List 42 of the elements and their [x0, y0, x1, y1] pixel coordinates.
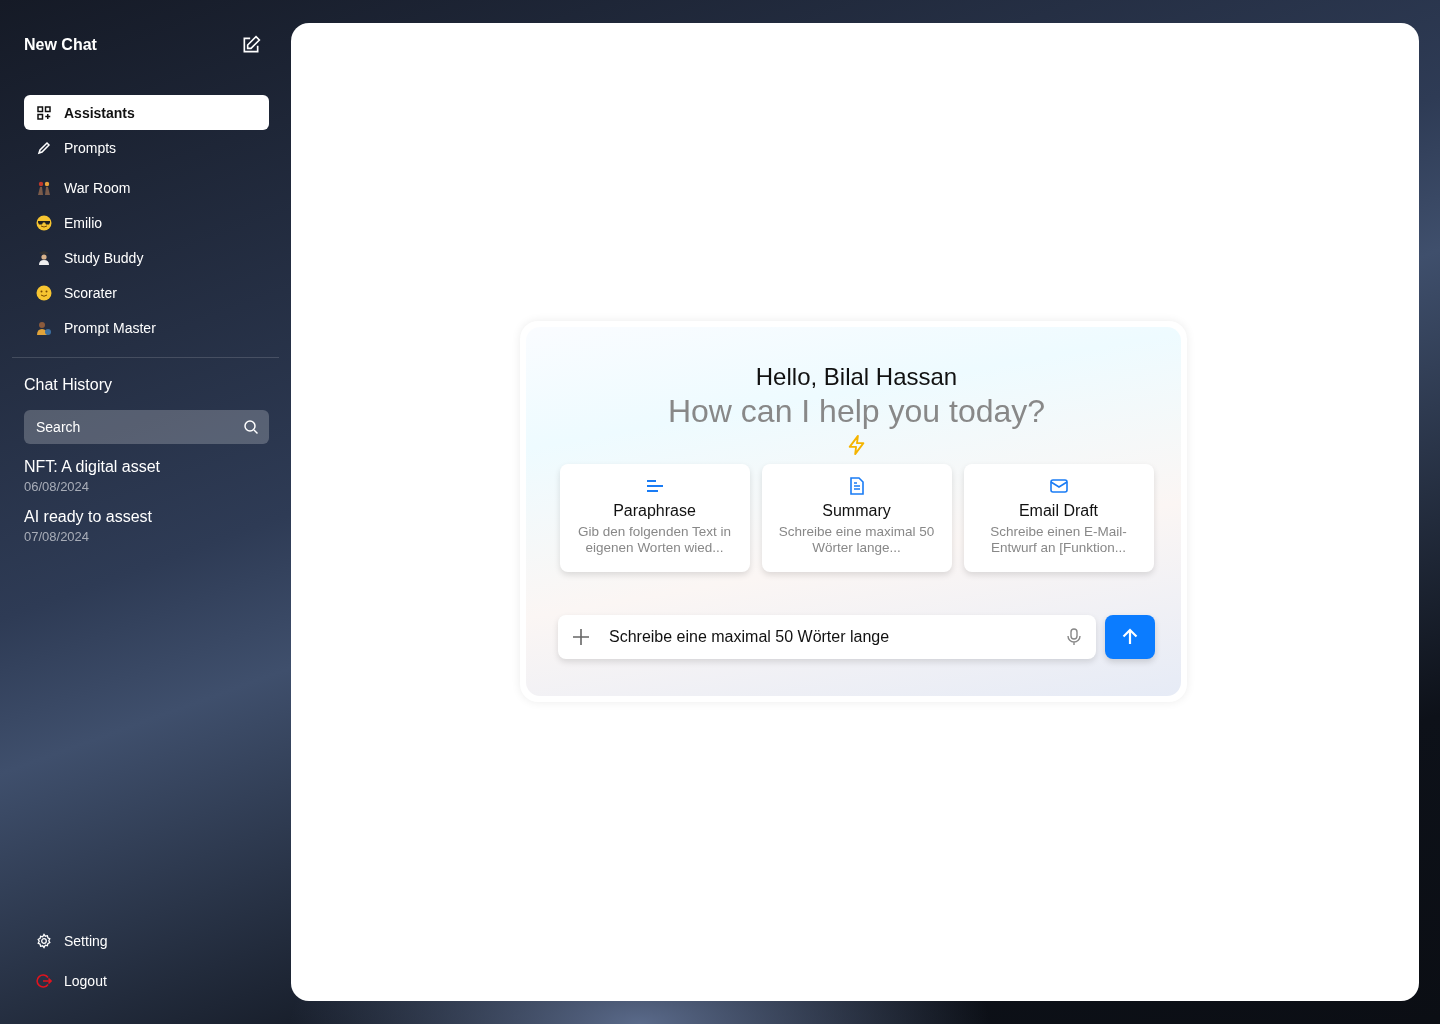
section-title: Chat History [23, 376, 114, 394]
suggestion-text: Schreibe einen E-Mail-Entwurf an [Funktion... [989, 523, 1128, 556]
nav-item[interactable]: Assistants [24, 95, 269, 130]
suggestion-card[interactable]: Paraphrase Gib den folgenden Text in eigenen Worten wied... [559, 463, 750, 572]
suggestion-text: Schreibe eine maximal 50 Wörter lange... [777, 523, 936, 556]
suggestion-text: Gib den folgenden Text in eigenen Worten wied... [577, 523, 732, 556]
footer-item[interactable]: Setting [24, 921, 269, 961]
assistant-item[interactable]: Emilio [24, 205, 269, 240]
search-icon [243, 419, 259, 435]
chat-title[interactable]: AI ready to assest [24, 508, 269, 526]
message-field[interactable]: Schreibe eine maximal 50 Wörter lange [558, 614, 1096, 659]
people-icon [36, 179, 52, 196]
footer-item[interactable]: Logout [24, 961, 269, 1001]
settings-icon [36, 933, 52, 949]
new-chat-title: New Chat [24, 36, 97, 54]
sunglasses-face-icon [36, 214, 52, 231]
plus-icon[interactable] [572, 627, 590, 646]
suggestion-title: Email Draft [1018, 501, 1099, 520]
chat-title[interactable]: NFT: A digital asset [24, 458, 269, 476]
nav-item[interactable]: Prompts [24, 130, 269, 165]
send-button[interactable] [1105, 614, 1155, 659]
assistant-item[interactable]: War Room [24, 170, 269, 205]
arrow-up-icon [1120, 626, 1140, 647]
chat-date: 06/08/2024 [24, 479, 91, 494]
person-icon [36, 319, 52, 336]
help-question: How can I help you today? [667, 392, 1046, 430]
graduate-icon [36, 249, 52, 266]
suggestion-card[interactable]: Email Draft Schreibe einen E-Mail-Entwurf an [Funktion... [963, 463, 1154, 572]
chat-date: 07/08/2024 [24, 529, 91, 544]
assistant-item[interactable]: Study Buddy [24, 240, 269, 275]
suggestion-card[interactable]: Summary Schreibe eine maximal 50 Wörter lange... [761, 463, 952, 572]
greeting: Hello, Bilal Hassan [755, 362, 958, 391]
suggestion-title: Paraphrase [613, 501, 696, 520]
smiley-face-icon [36, 284, 52, 301]
microphone-icon[interactable] [1066, 627, 1082, 646]
assistant-item[interactable]: Prompt Master [24, 310, 269, 345]
edit-icon[interactable] [241, 35, 261, 55]
grid-plus-icon [36, 104, 52, 121]
suggestion-title: Summary [822, 501, 891, 520]
assistant-item[interactable]: Scorater [24, 275, 269, 310]
pencil-icon [36, 139, 52, 156]
logout-icon [36, 973, 52, 989]
